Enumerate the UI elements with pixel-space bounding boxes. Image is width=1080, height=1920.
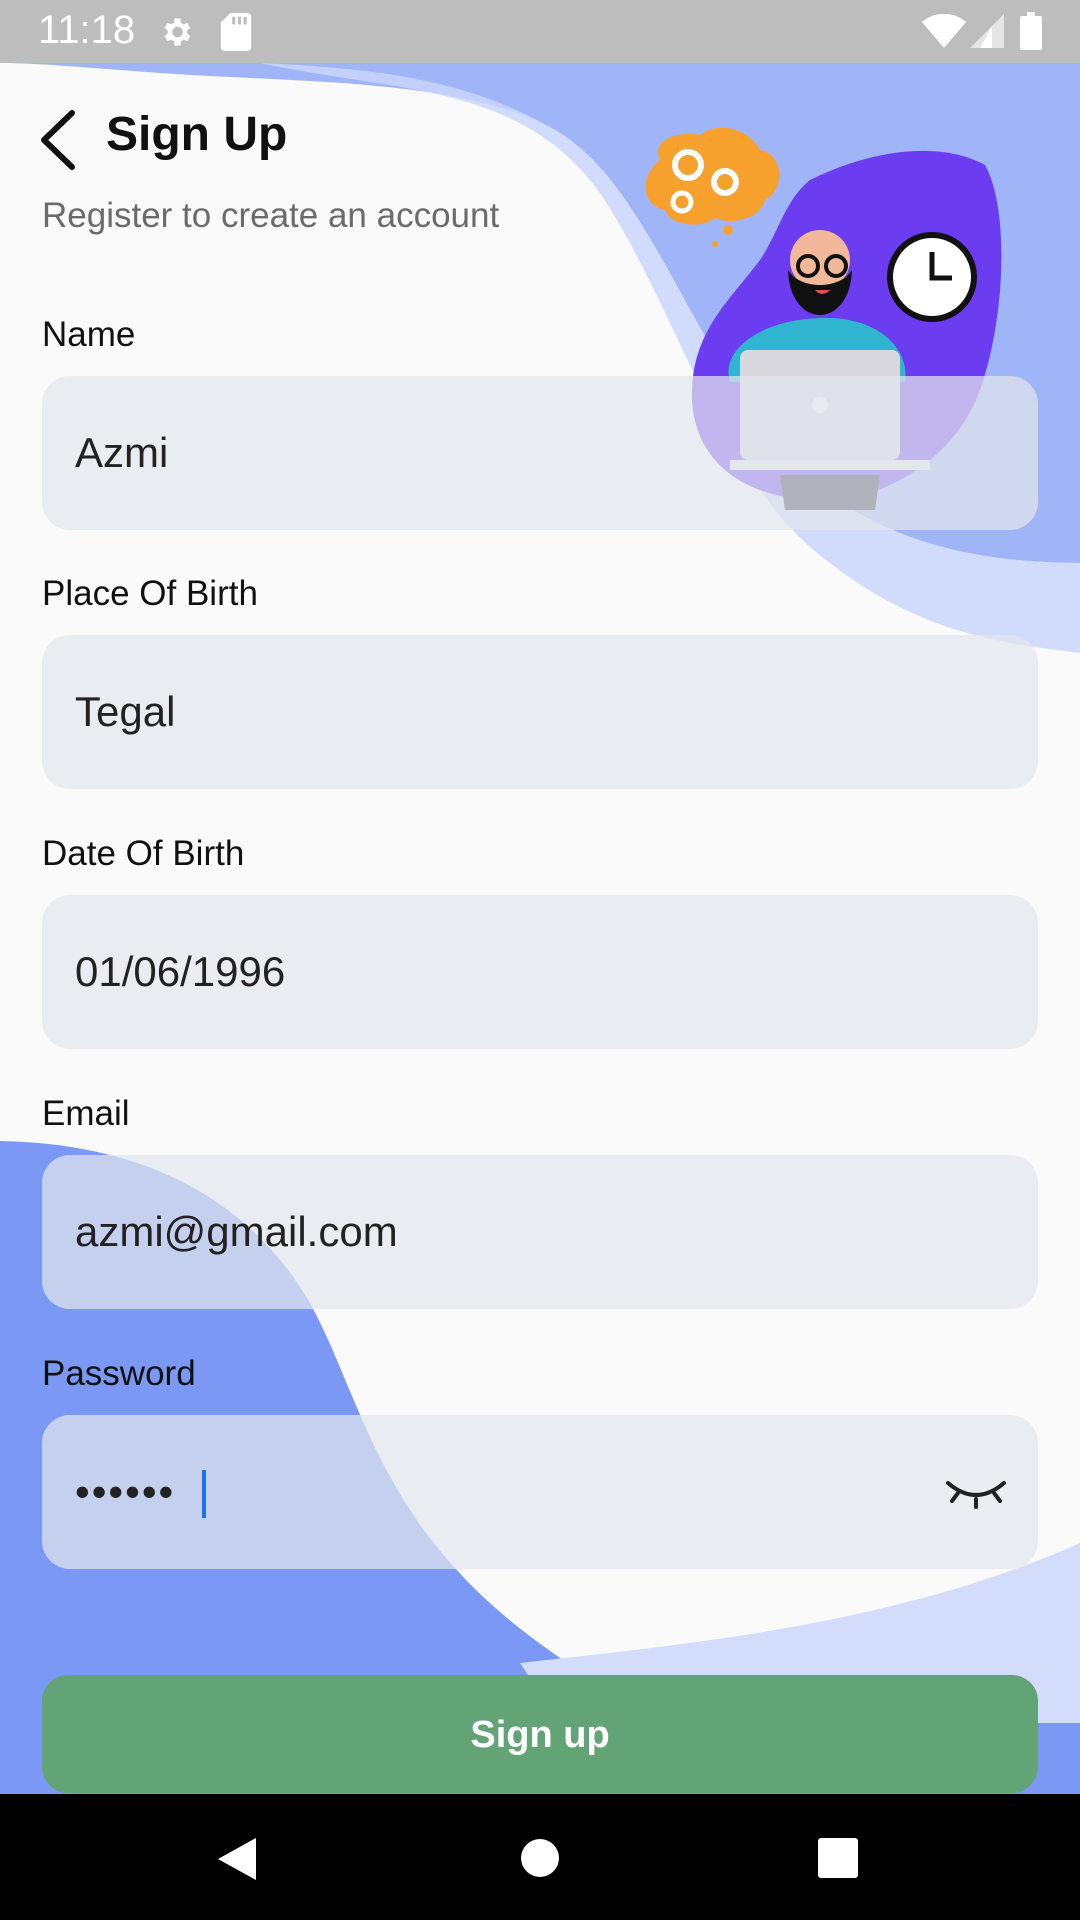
status-time: 11:18 [38,8,136,52]
place-of-birth-value: Tegal [75,688,176,735]
page-title: Sign Up [106,108,288,161]
name-label: Name [42,315,136,354]
place-of-birth-field[interactable]: Tegal [42,635,1038,789]
date-of-birth-value: 01/06/1996 [75,948,286,995]
sd-card-icon [220,13,252,51]
sign-up-form: Sign Up Register to create an account Na… [0,63,1080,1794]
date-of-birth-label: Date Of Birth [42,834,245,873]
navigation-bar [0,1794,1080,1920]
nav-home-icon[interactable] [520,1838,560,1878]
email-value: azmi@gmail.com [75,1208,398,1255]
email-label: Email [42,1094,130,1133]
password-value: •••••• [75,1468,176,1515]
name-field[interactable]: Azmi [42,376,1038,530]
password-label: Password [42,1354,196,1393]
password-field[interactable]: •••••• [42,1415,1038,1569]
nav-back-icon[interactable] [216,1836,260,1882]
sign-up-button[interactable]: Sign up [42,1675,1038,1793]
date-of-birth-field[interactable]: 01/06/1996 [42,895,1038,1049]
text-cursor [202,1470,206,1518]
battery-icon [1020,12,1042,50]
name-value: Azmi [75,429,169,476]
settings-icon [164,18,191,46]
nav-recents-icon[interactable] [818,1838,858,1878]
place-of-birth-label: Place Of Birth [42,574,258,613]
email-field[interactable]: azmi@gmail.com [42,1155,1038,1309]
wifi-icon [922,14,966,48]
signal-icon [970,14,1004,48]
eye-closed-icon[interactable] [944,1471,1008,1511]
back-arrow-icon[interactable] [34,105,90,175]
status-bar: 11:18 [0,0,1080,63]
sign-up-screen: 11:18 Sign Up Register to create an acco… [0,0,1080,1920]
page-subtitle: Register to create an account [42,196,500,235]
